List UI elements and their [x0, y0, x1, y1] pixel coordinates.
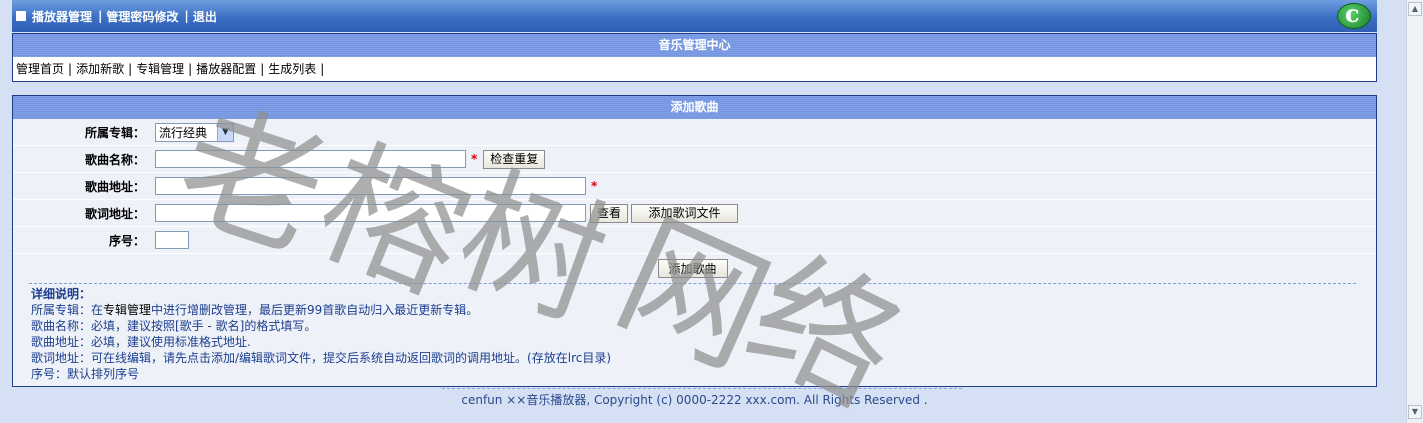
vertical-scrollbar[interactable]: ▲ ▼ [1406, 0, 1423, 423]
song-url-row: 歌曲地址： * [13, 173, 1376, 200]
album-row: 所属专辑： 流行经典 ▼ [13, 119, 1376, 146]
sub-menu: 管理首页 | 添加新歌 | 专辑管理 | 播放器配置 | 生成列表 | [13, 57, 1376, 81]
panel-title: 音乐管理中心 [13, 34, 1376, 57]
add-lyric-file-button[interactable]: 添加歌词文件 [631, 203, 739, 223]
song-url-label: 歌曲地址： [84, 179, 145, 194]
instructions-heading: 详细说明： [31, 287, 92, 301]
page-wrapper: 播放器管理 | 管理密码修改 | 退出 音乐管理中心 管理首页|添加新歌|专辑管… [12, 0, 1377, 407]
music-center-panel: 音乐管理中心 管理首页 | 添加新歌 | 专辑管理 | 播放器配置 | 生成列表 | [12, 33, 1377, 82]
instructions-line: 歌曲名称：必填，建议按照[歌手 - 歌名]的格式填写。 [31, 319, 317, 333]
scroll-up-arrow-icon[interactable]: ▲ [1408, 2, 1422, 16]
submenu-item-home[interactable]: 管理首页 [16, 62, 64, 76]
nav-separator: | [184, 9, 189, 23]
cenfun-logo-icon [1337, 0, 1371, 29]
instructions-text: 中进行增删改管理，最后更新99首歌自动归入最近更新专辑。 [151, 303, 479, 317]
submenu-separator: | [128, 62, 133, 76]
footer-divider [442, 388, 962, 389]
add-song-panel: 添加歌曲 所属专辑： 流行经典 ▼ 歌曲名称： * 检查重复 歌曲地址： * 歌… [12, 95, 1377, 387]
album-select[interactable]: 流行经典 ▼ [155, 122, 234, 142]
submenu-separator: | [188, 62, 193, 76]
required-mark: * [591, 179, 598, 193]
song-name-input[interactable] [155, 150, 466, 168]
submenu-item-player-config[interactable]: 播放器配置 [196, 62, 256, 76]
view-lyric-button[interactable]: 查看 [590, 203, 629, 223]
submenu-separator: | [68, 62, 73, 76]
scroll-down-arrow-icon[interactable]: ▼ [1408, 405, 1422, 419]
nav-player-manage[interactable]: 播放器管理 [32, 8, 92, 25]
chevron-down-icon[interactable]: ▼ [217, 123, 233, 141]
required-mark: * [471, 152, 478, 166]
instructions: 详细说明： 所属专辑：在专辑管理中进行增删改管理，最后更新99首歌自动归入最近更… [13, 284, 1376, 384]
lyric-url-label: 歌词地址： [84, 206, 145, 221]
order-input[interactable] [155, 231, 189, 249]
album-manage-link[interactable]: 专辑管理 [103, 303, 151, 317]
album-selected-value: 流行经典 [159, 125, 208, 140]
song-name-label: 歌曲名称： [84, 152, 145, 167]
square-bullet-icon [16, 11, 26, 21]
check-duplicate-button[interactable]: 检查重复 [483, 149, 546, 169]
order-label: 序号： [108, 233, 145, 248]
order-row: 序号： [13, 227, 1376, 254]
submenu-item-generate-list[interactable]: 生成列表 [268, 62, 316, 76]
lyric-url-row: 歌词地址： 查看 添加歌词文件 [13, 200, 1376, 227]
song-name-row: 歌曲名称： * 检查重复 [13, 146, 1376, 173]
submenu-separator: | [260, 62, 265, 76]
submenu-item-album-manage[interactable]: 专辑管理 [136, 62, 184, 76]
instructions-line: 序号：默认排列序号 [31, 367, 140, 381]
instructions-line: 歌词地址：可在线编辑，请先点击添加/编辑歌词文件，提交后系统自动返回歌词的调用地… [31, 351, 612, 365]
footer-copyright: cenfun ××音乐播放器, Copyright (c) 0000-2222 … [461, 393, 928, 407]
lyric-url-input[interactable] [155, 204, 586, 222]
instructions-text: 所属专辑：在 [31, 303, 104, 317]
nav-logout[interactable]: 退出 [193, 8, 217, 25]
submenu-item-add-song[interactable]: 添加新歌 [76, 62, 124, 76]
top-nav-bar: 播放器管理 | 管理密码修改 | 退出 [12, 0, 1377, 32]
add-song-submit-button[interactable]: 添加歌曲 [657, 259, 728, 278]
nav-password-change[interactable]: 管理密码修改 [106, 8, 178, 25]
nav-separator: | [98, 9, 103, 23]
form-title: 添加歌曲 [13, 96, 1376, 119]
instructions-line: 所属专辑：在专辑管理中进行增删改管理，最后更新99首歌自动归入最近更新专辑。 [31, 302, 1358, 318]
instructions-line: 歌曲地址：必填，建议使用标准格式地址. [31, 335, 251, 349]
song-url-input[interactable] [155, 177, 586, 195]
submit-row: 添加歌曲 [29, 254, 1356, 284]
album-label: 所属专辑： [84, 125, 145, 140]
submenu-separator: | [320, 62, 325, 76]
